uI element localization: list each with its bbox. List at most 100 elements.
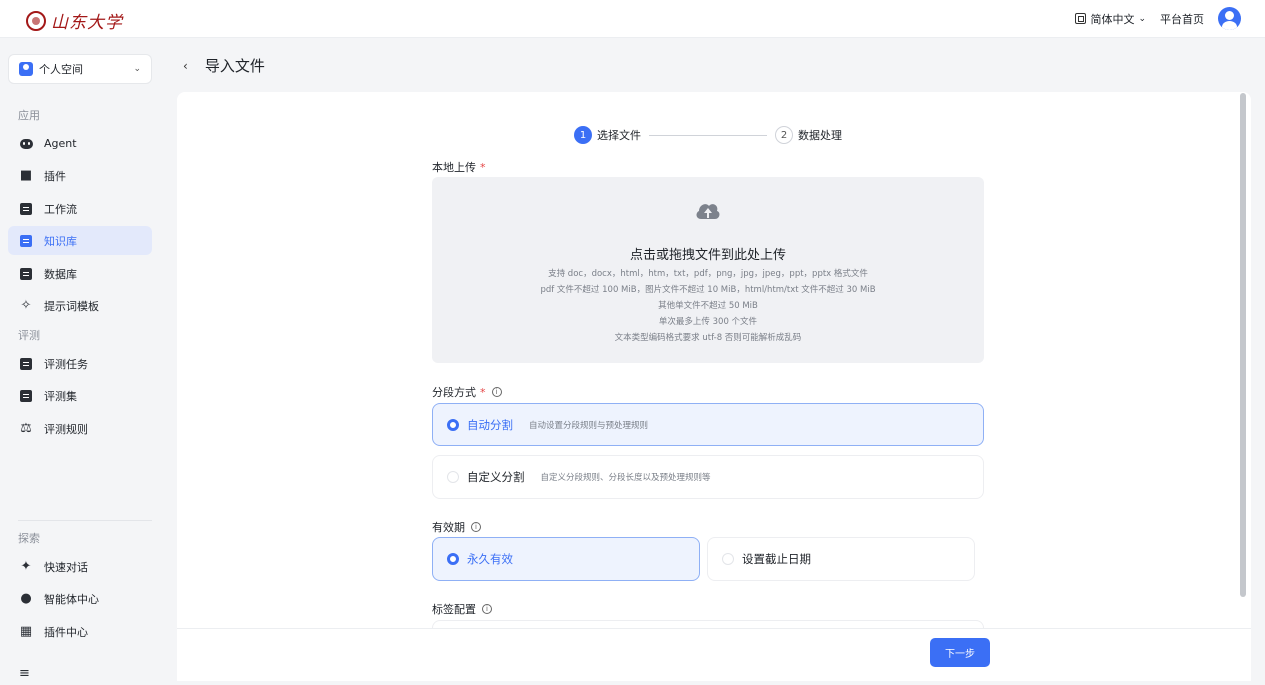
- sidebar-item-quick-chat[interactable]: ✦ 快速对话: [8, 552, 152, 581]
- back-arrow-icon[interactable]: ‹: [183, 59, 188, 73]
- upload-field-label: 本地上传 *: [432, 159, 486, 175]
- step-1-label: 选择文件: [597, 129, 641, 142]
- validity-label: 有效期: [432, 521, 465, 534]
- next-step-button[interactable]: 下一步: [930, 638, 990, 667]
- sidebar-item-database[interactable]: 数据库: [8, 259, 152, 288]
- tags-field-label: 标签配置 i: [432, 601, 492, 617]
- sidebar-item-label: 快速对话: [44, 560, 88, 574]
- collapse-sidebar-icon[interactable]: ≡: [19, 666, 30, 681]
- segment-option-custom[interactable]: 自定义分割 自定义分段规则、分段长度以及预处理规则等: [432, 455, 984, 499]
- cloud-upload-icon: [696, 204, 720, 219]
- step-1-number: 1: [574, 126, 592, 144]
- grid-icon: ▦: [19, 624, 33, 639]
- info-icon[interactable]: i: [491, 387, 502, 397]
- chevron-down-icon: ⌄: [133, 64, 141, 74]
- segment-option-auto[interactable]: 自动分割 自动设置分段规则与预处理规则: [432, 403, 984, 446]
- magic-wand-icon: ✧: [20, 298, 32, 313]
- sidebar-item-eval-rules[interactable]: ⚖ 评测规则: [8, 414, 152, 443]
- upload-encoding-hint: 文本类型编码格式要求 utf-8 否则可能解析成乱码: [614, 333, 802, 343]
- language-selector[interactable]: 简体中文 ⌄: [1075, 11, 1146, 27]
- required-mark: *: [480, 385, 486, 399]
- sidebar-item-workflow[interactable]: 工作流: [8, 194, 152, 223]
- radio-unselected-icon: [447, 471, 459, 483]
- sidebar-item-label: 评测规则: [44, 422, 88, 436]
- option-description: 自定义分段规则、分段长度以及预处理规则等: [540, 473, 711, 483]
- upload-title: 点击或拖拽文件到此处上传: [629, 248, 786, 263]
- space-label: 个人空间: [39, 63, 83, 76]
- option-title: 永久有效: [467, 552, 513, 566]
- footer-bar: [177, 628, 1251, 681]
- radio-unselected-icon: [722, 553, 734, 565]
- chevron-down-icon: ⌄: [1138, 13, 1146, 24]
- step-connector: [649, 134, 767, 136]
- validity-option-permanent[interactable]: 永久有效: [432, 537, 700, 581]
- puzzle-icon: ■: [19, 168, 33, 183]
- scrollbar[interactable]: [1240, 93, 1246, 597]
- sidebar-item-label: 工作流: [44, 202, 77, 216]
- top-bar: 山东大学 简体中文 ⌄ 平台首页: [0, 0, 1265, 38]
- sidebar: 个人空间 ⌄ 应用 Agent ■ 插件 工作流 知识库 数据库 ✧ 提示词模板…: [0, 38, 160, 685]
- info-icon[interactable]: i: [482, 604, 492, 614]
- user-icon: [19, 62, 33, 76]
- segment-label: 分段方式: [432, 386, 476, 399]
- space-selector[interactable]: 个人空间 ⌄: [8, 54, 152, 84]
- robot-icon: [19, 137, 33, 151]
- sidebar-item-label: 评测集: [44, 389, 77, 403]
- option-title: 设置截止日期: [742, 552, 811, 566]
- option-title: 自定义分割: [467, 470, 525, 484]
- sidebar-item-eval-sets[interactable]: 评测集: [8, 381, 152, 410]
- file-upload-dropzone[interactable]: 点击或拖拽文件到此处上传 支持 doc，docx，html，htm，txt，pd…: [432, 177, 984, 363]
- stepper: 1 选择文件 2 数据处理: [574, 126, 842, 144]
- upload-formats-hint: 支持 doc，docx，html，htm，txt，pdf，png，jpg，jpe…: [548, 269, 868, 279]
- tags-config-box[interactable]: [432, 620, 984, 628]
- database-icon: [19, 267, 33, 281]
- task-icon: [19, 357, 33, 371]
- upload-count-hint: 单次最多上传 300 个文件: [658, 317, 758, 327]
- info-icon[interactable]: i: [471, 522, 481, 532]
- upload-label: 本地上传: [432, 161, 476, 174]
- section-title-evaluation: 评测: [18, 329, 40, 342]
- step-2-label: 数据处理: [798, 129, 842, 142]
- upload-size-hint: pdf 文件不超过 100 MiB，图片文件不超过 10 MiB，html/ht…: [540, 285, 876, 295]
- workflow-icon: [19, 202, 33, 216]
- sidebar-item-plugin-center[interactable]: ▦ 插件中心: [8, 617, 152, 646]
- section-title-apps: 应用: [18, 109, 40, 122]
- sidebar-item-label: 插件中心: [44, 625, 88, 639]
- logo-text: 山东大学: [51, 13, 123, 33]
- segment-field-label: 分段方式 * i: [432, 384, 502, 400]
- sidebar-item-plugins[interactable]: ■ 插件: [8, 161, 152, 190]
- sidebar-item-label: 评测任务: [44, 357, 88, 371]
- sidebar-item-label: 提示词模板: [44, 299, 99, 313]
- option-title: 自动分割: [467, 417, 513, 432]
- scale-icon: ⚖: [20, 421, 32, 436]
- seal-icon: [26, 10, 46, 31]
- validity-field-label: 有效期 i: [432, 519, 481, 535]
- sidebar-item-eval-tasks[interactable]: 评测任务: [8, 349, 152, 378]
- sidebar-divider: [18, 520, 152, 521]
- upload-other-size-hint: 其他单文件不超过 50 MiB: [658, 301, 758, 311]
- sidebar-item-label: Agent: [44, 137, 77, 150]
- validity-option-deadline[interactable]: 设置截止日期: [707, 537, 975, 581]
- radio-selected-icon: [447, 418, 459, 431]
- home-link[interactable]: 平台首页: [1160, 11, 1204, 27]
- step-2-number: 2: [775, 126, 793, 144]
- sparkle-icon: ✦: [20, 559, 32, 574]
- sidebar-item-label: 插件: [44, 169, 66, 183]
- required-mark: *: [480, 160, 486, 174]
- collection-icon: [19, 389, 33, 403]
- sidebar-item-label: 数据库: [44, 267, 77, 281]
- avatar[interactable]: [1218, 7, 1241, 30]
- sidebar-item-knowledge-base[interactable]: 知识库: [8, 226, 152, 255]
- sidebar-item-label: 智能体中心: [44, 592, 99, 606]
- tags-label: 标签配置: [432, 603, 476, 616]
- language-icon: [1075, 13, 1087, 24]
- language-label: 简体中文: [1090, 12, 1135, 26]
- radio-selected-icon: [447, 553, 459, 565]
- section-title-explore: 探索: [18, 532, 40, 545]
- sidebar-item-agent[interactable]: Agent: [8, 129, 152, 158]
- agent-center-icon: ●: [20, 591, 32, 606]
- option-description: 自动设置分段规则与预处理规则: [529, 420, 649, 431]
- university-logo[interactable]: 山东大学: [26, 8, 123, 33]
- sidebar-item-agent-center[interactable]: ● 智能体中心: [8, 584, 152, 613]
- sidebar-item-prompt-templates[interactable]: ✧ 提示词模板: [8, 291, 152, 320]
